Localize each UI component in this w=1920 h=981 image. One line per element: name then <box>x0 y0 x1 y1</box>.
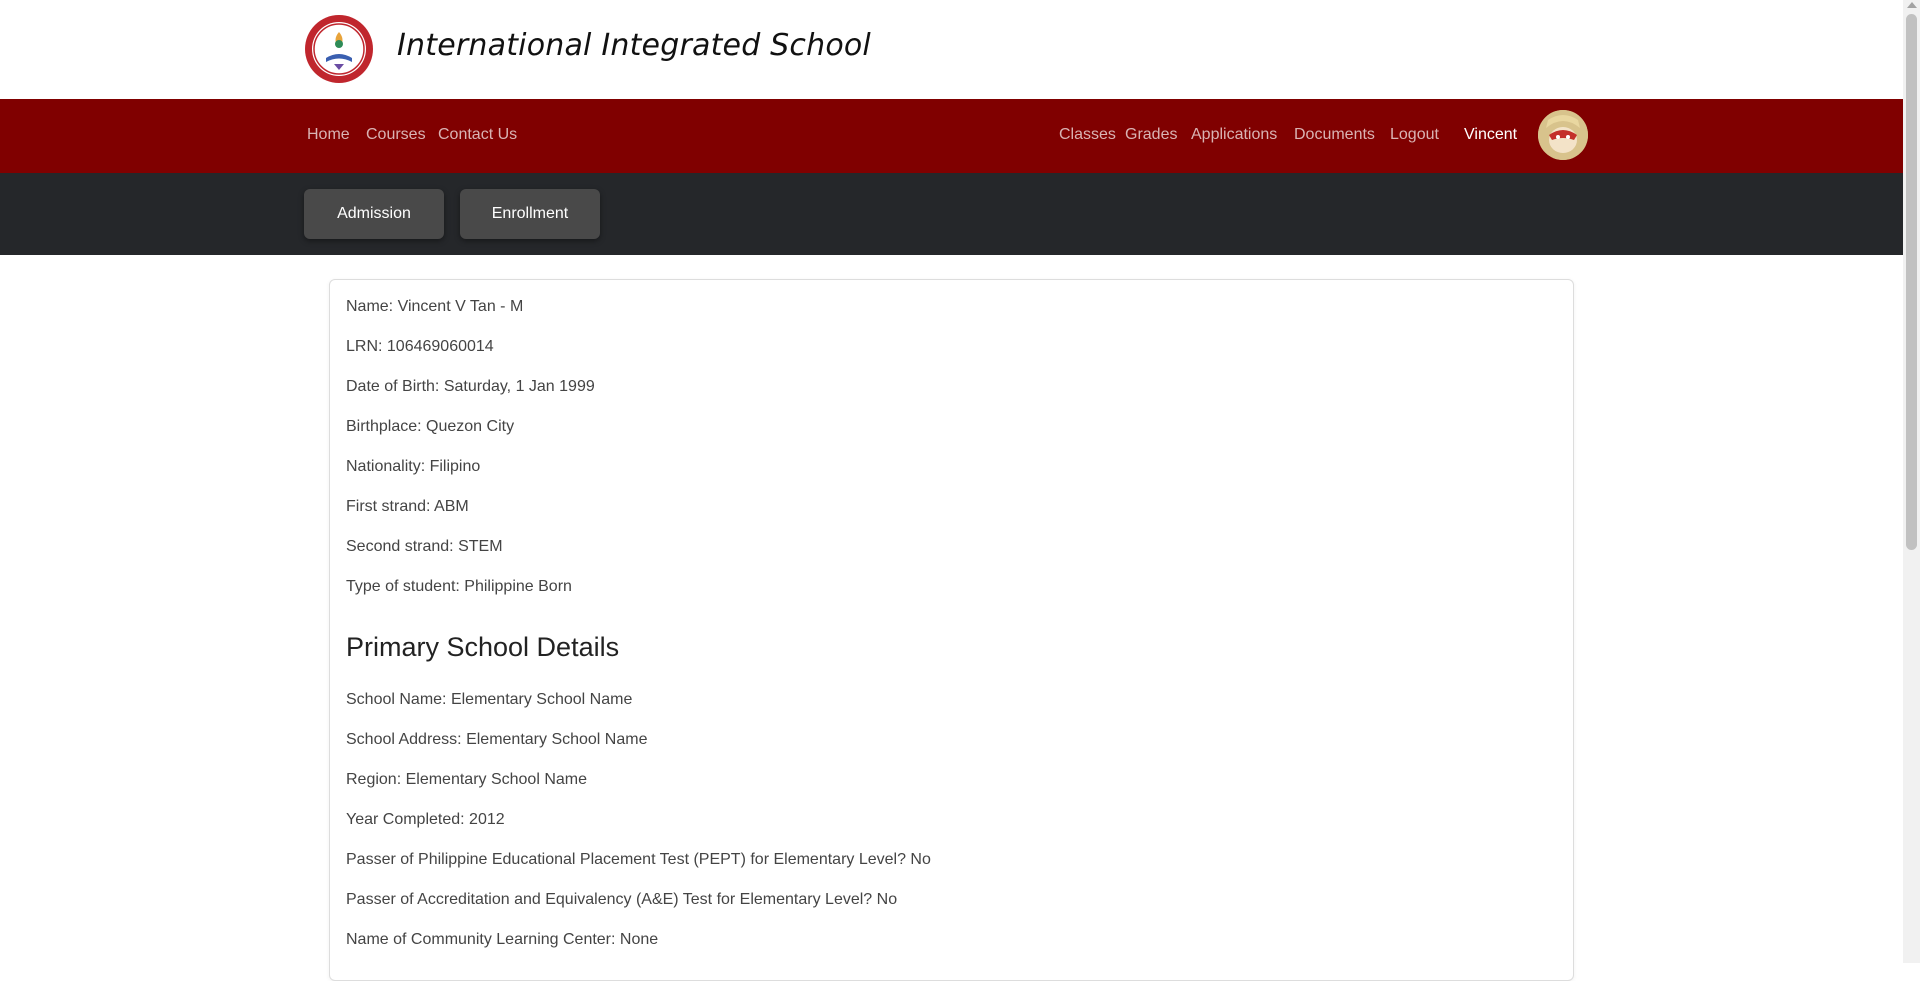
primary-ae: Passer of Accreditation and Equivalency … <box>346 891 898 908</box>
enrollment-button[interactable]: Enrollment <box>460 189 600 239</box>
sub-navbar <box>0 173 1903 255</box>
nav-home[interactable]: Home <box>307 126 350 144</box>
scrollbar-thumb[interactable] <box>1906 14 1917 550</box>
student-nationality: Nationality: Filipino <box>346 458 481 475</box>
student-name: Name: Vincent V Tan - M <box>346 298 524 315</box>
student-second-strand: Second strand: STEM <box>346 538 503 555</box>
nav-applications[interactable]: Applications <box>1191 126 1277 144</box>
nav-grades[interactable]: Grades <box>1125 126 1177 144</box>
nav-courses[interactable]: Courses <box>366 126 426 144</box>
student-lrn: LRN: 106469060014 <box>346 338 494 355</box>
primary-school-heading: Primary School Details <box>346 632 620 662</box>
school-logo-icon[interactable] <box>304 14 374 84</box>
student-birthplace: Birthplace: Quezon City <box>346 418 515 435</box>
primary-clc: Name of Community Learning Center: None <box>346 931 659 948</box>
nav-contact-us[interactable]: Contact Us <box>438 126 517 144</box>
site-title: International Integrated School <box>397 28 871 63</box>
nav-logout[interactable]: Logout <box>1390 126 1439 144</box>
main-navbar <box>0 99 1903 173</box>
student-dob: Date of Birth: Saturday, 1 Jan 1999 <box>346 378 595 395</box>
nav-classes[interactable]: Classes <box>1059 126 1116 144</box>
student-type: Type of student: Philippine Born <box>346 578 572 595</box>
avatar[interactable] <box>1538 110 1588 160</box>
primary-pept: Passer of Philippine Educational Placeme… <box>346 851 931 868</box>
admission-button[interactable]: Admission <box>304 189 444 239</box>
primary-region: Region: Elementary School Name <box>346 771 588 788</box>
primary-school-address: School Address: Elementary School Name <box>346 731 648 748</box>
primary-year-completed: Year Completed: 2012 <box>346 811 505 828</box>
scroll-up-icon[interactable] <box>1907 2 1917 8</box>
nav-username[interactable]: Vincent <box>1464 126 1517 144</box>
brand-header <box>0 0 1903 99</box>
user-avatar-icon <box>1538 110 1588 160</box>
nav-documents[interactable]: Documents <box>1294 126 1375 144</box>
student-first-strand: First strand: ABM <box>346 498 469 515</box>
primary-school-name: School Name: Elementary School Name <box>346 691 633 708</box>
